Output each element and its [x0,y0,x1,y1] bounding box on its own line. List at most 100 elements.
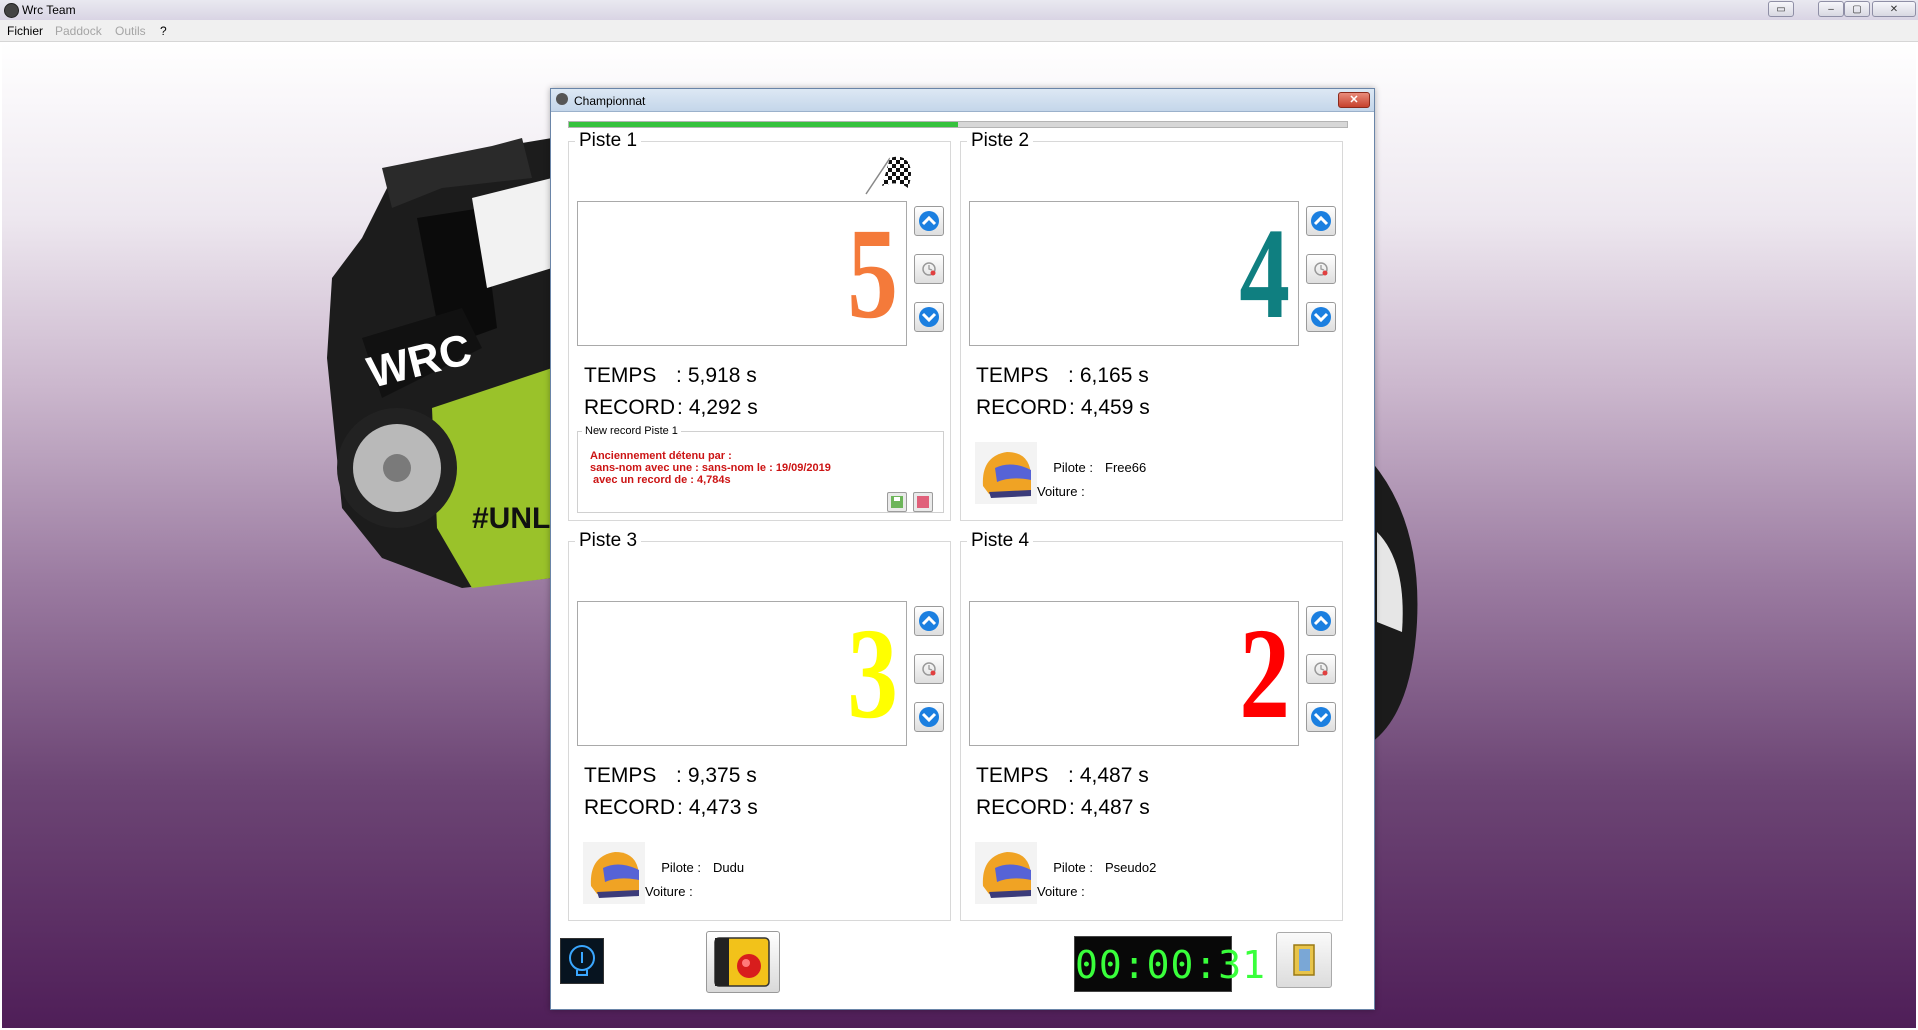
lane-title: Piste 3 [575,530,642,552]
lights-button[interactable] [560,938,604,984]
new-record-text: Anciennement détenu par : sans-nom avec u… [590,450,831,486]
race-progress-bar [568,121,1348,128]
reset-time-button[interactable] [1306,654,1336,684]
move-up-button[interactable] [1306,206,1336,236]
new-record-line: Anciennement détenu par : [590,450,732,462]
lane-panel-1: Piste 1 5 TEMPS:5,918 s RECORD: 4,292 s N… [568,130,951,521]
temps-sep: : [1068,364,1074,387]
temps-value: 4,487 s [1079,764,1149,787]
record-row: RECORD: 4,487 s [976,796,1150,820]
lane-title: Piste 4 [967,530,1034,552]
lane-title: Piste 1 [575,130,642,152]
move-up-button[interactable] [914,606,944,636]
chevron-down-icon [1311,307,1331,327]
restore-window-button[interactable]: ▭ [1768,1,1794,17]
app-icon [4,3,19,18]
voiture-row: Voiture : [1037,884,1097,899]
lane-number: 4 [1239,202,1290,346]
rally-car-rear-image [1372,462,1418,742]
pilote-value: Pseudo2 [1105,860,1157,875]
timer-display: 00:00:31 [1075,943,1267,987]
temps-row: TEMPS:9,375 s [584,764,757,788]
record-label: RECORD [584,796,676,819]
record-value: 4,487 s [1080,796,1150,819]
move-up-button[interactable] [914,206,944,236]
dialog-titlebar: Championnat ✕ [551,89,1374,112]
record-sep: : [677,396,683,419]
record-label: RECORD [976,396,1068,419]
lightbulb-icon [569,945,595,976]
app-title: Wrc Team [22,3,76,17]
pilote-value: Free66 [1105,460,1147,475]
record-value: 4,292 s [688,396,758,419]
chevron-up-icon [1311,611,1331,631]
race-timer: 00:00:31 [1074,936,1267,992]
pilote-row: Pilote : Free66 [1031,460,1146,475]
lane-number: 5 [847,202,898,346]
menu-help[interactable]: ? [160,24,167,38]
temps-value: 5,918 s [687,364,757,387]
voiture-label: Voiture : [645,884,693,899]
maximize-button[interactable]: ▢ [1844,1,1870,17]
pilote-label: Pilote : [1053,860,1093,875]
delete-icon [917,496,929,508]
temps-value: 6,165 s [1079,364,1149,387]
move-down-button[interactable] [1306,302,1336,332]
record-value: 4,459 s [1080,396,1150,419]
move-down-button[interactable] [914,702,944,732]
record-row: RECORD: 4,459 s [976,396,1150,420]
record-sep: : [1069,796,1075,819]
temps-label: TEMPS [976,764,1049,787]
accept-record-button[interactable] [887,492,907,512]
reject-record-button[interactable] [913,492,933,512]
dialog-close-button[interactable]: ✕ [1338,92,1370,108]
new-record-line: avec un record de : 4,784s [590,474,731,486]
temps-sep: : [1068,764,1074,787]
exit-door-icon [1293,944,1315,976]
lane-number-box: 3 [577,601,907,746]
lane-number-box: 2 [969,601,1299,746]
rally-car-image: WRC #UNL [327,138,552,588]
lane-title: Piste 2 [967,130,1034,152]
reset-time-button[interactable] [914,654,944,684]
record-sep: : [1069,396,1075,419]
temps-row: TEMPS:5,918 s [584,364,757,388]
exit-button[interactable] [1276,932,1332,988]
close-button[interactable]: ✕ [1872,1,1916,17]
record-value: 4,473 s [688,796,758,819]
record-row: RECORD: 4,473 s [584,796,758,820]
move-down-button[interactable] [914,302,944,332]
lane-panel-2: Piste 2 4 TEMPS:6,165 s RECORD: 4,459 s P… [960,130,1343,521]
emergency-stop-button[interactable] [706,931,780,993]
minimize-button[interactable]: – [1818,1,1844,17]
voiture-label: Voiture : [1037,884,1085,899]
temps-row: TEMPS:4,487 s [976,764,1149,788]
pilote-label: Pilote : [1053,460,1093,475]
reset-time-button[interactable] [914,254,944,284]
lane-panel-4: Piste 4 2 TEMPS:4,487 s RECORD: 4,487 s P… [960,530,1343,921]
temps-sep: : [676,764,682,787]
temps-label: TEMPS [584,764,657,787]
reset-time-button[interactable] [1306,254,1336,284]
temps-sep: : [676,364,682,387]
svg-text:#UNL: #UNL [472,502,550,535]
menu-fichier[interactable]: Fichier [7,24,43,38]
record-row: RECORD: 4,292 s [584,396,758,420]
checkered-flag-icon [865,156,911,195]
lane-panel-3: Piste 3 3 TEMPS:9,375 s RECORD: 4,473 s P… [568,530,951,921]
move-up-button[interactable] [1306,606,1336,636]
chevron-up-icon [919,611,939,631]
championnat-dialog: Championnat ✕ Piste 1 5 TEMPS:5,918 s RE… [550,88,1375,1010]
menu-outils[interactable]: Outils [115,24,146,38]
menu-bar: Fichier Paddock Outils ? [0,20,1918,42]
menu-paddock[interactable]: Paddock [55,24,102,38]
lane-number-box: 4 [969,201,1299,346]
move-down-button[interactable] [1306,702,1336,732]
voiture-label: Voiture : [1037,484,1085,499]
save-icon [891,496,903,508]
new-record-line: sans-nom avec une : sans-nom le : 19/09/… [590,462,831,474]
new-record-title: New record Piste 1 [582,425,681,437]
voiture-row: Voiture : [1037,484,1097,499]
clock-reset-icon [922,262,936,276]
clock-reset-icon [922,662,936,676]
